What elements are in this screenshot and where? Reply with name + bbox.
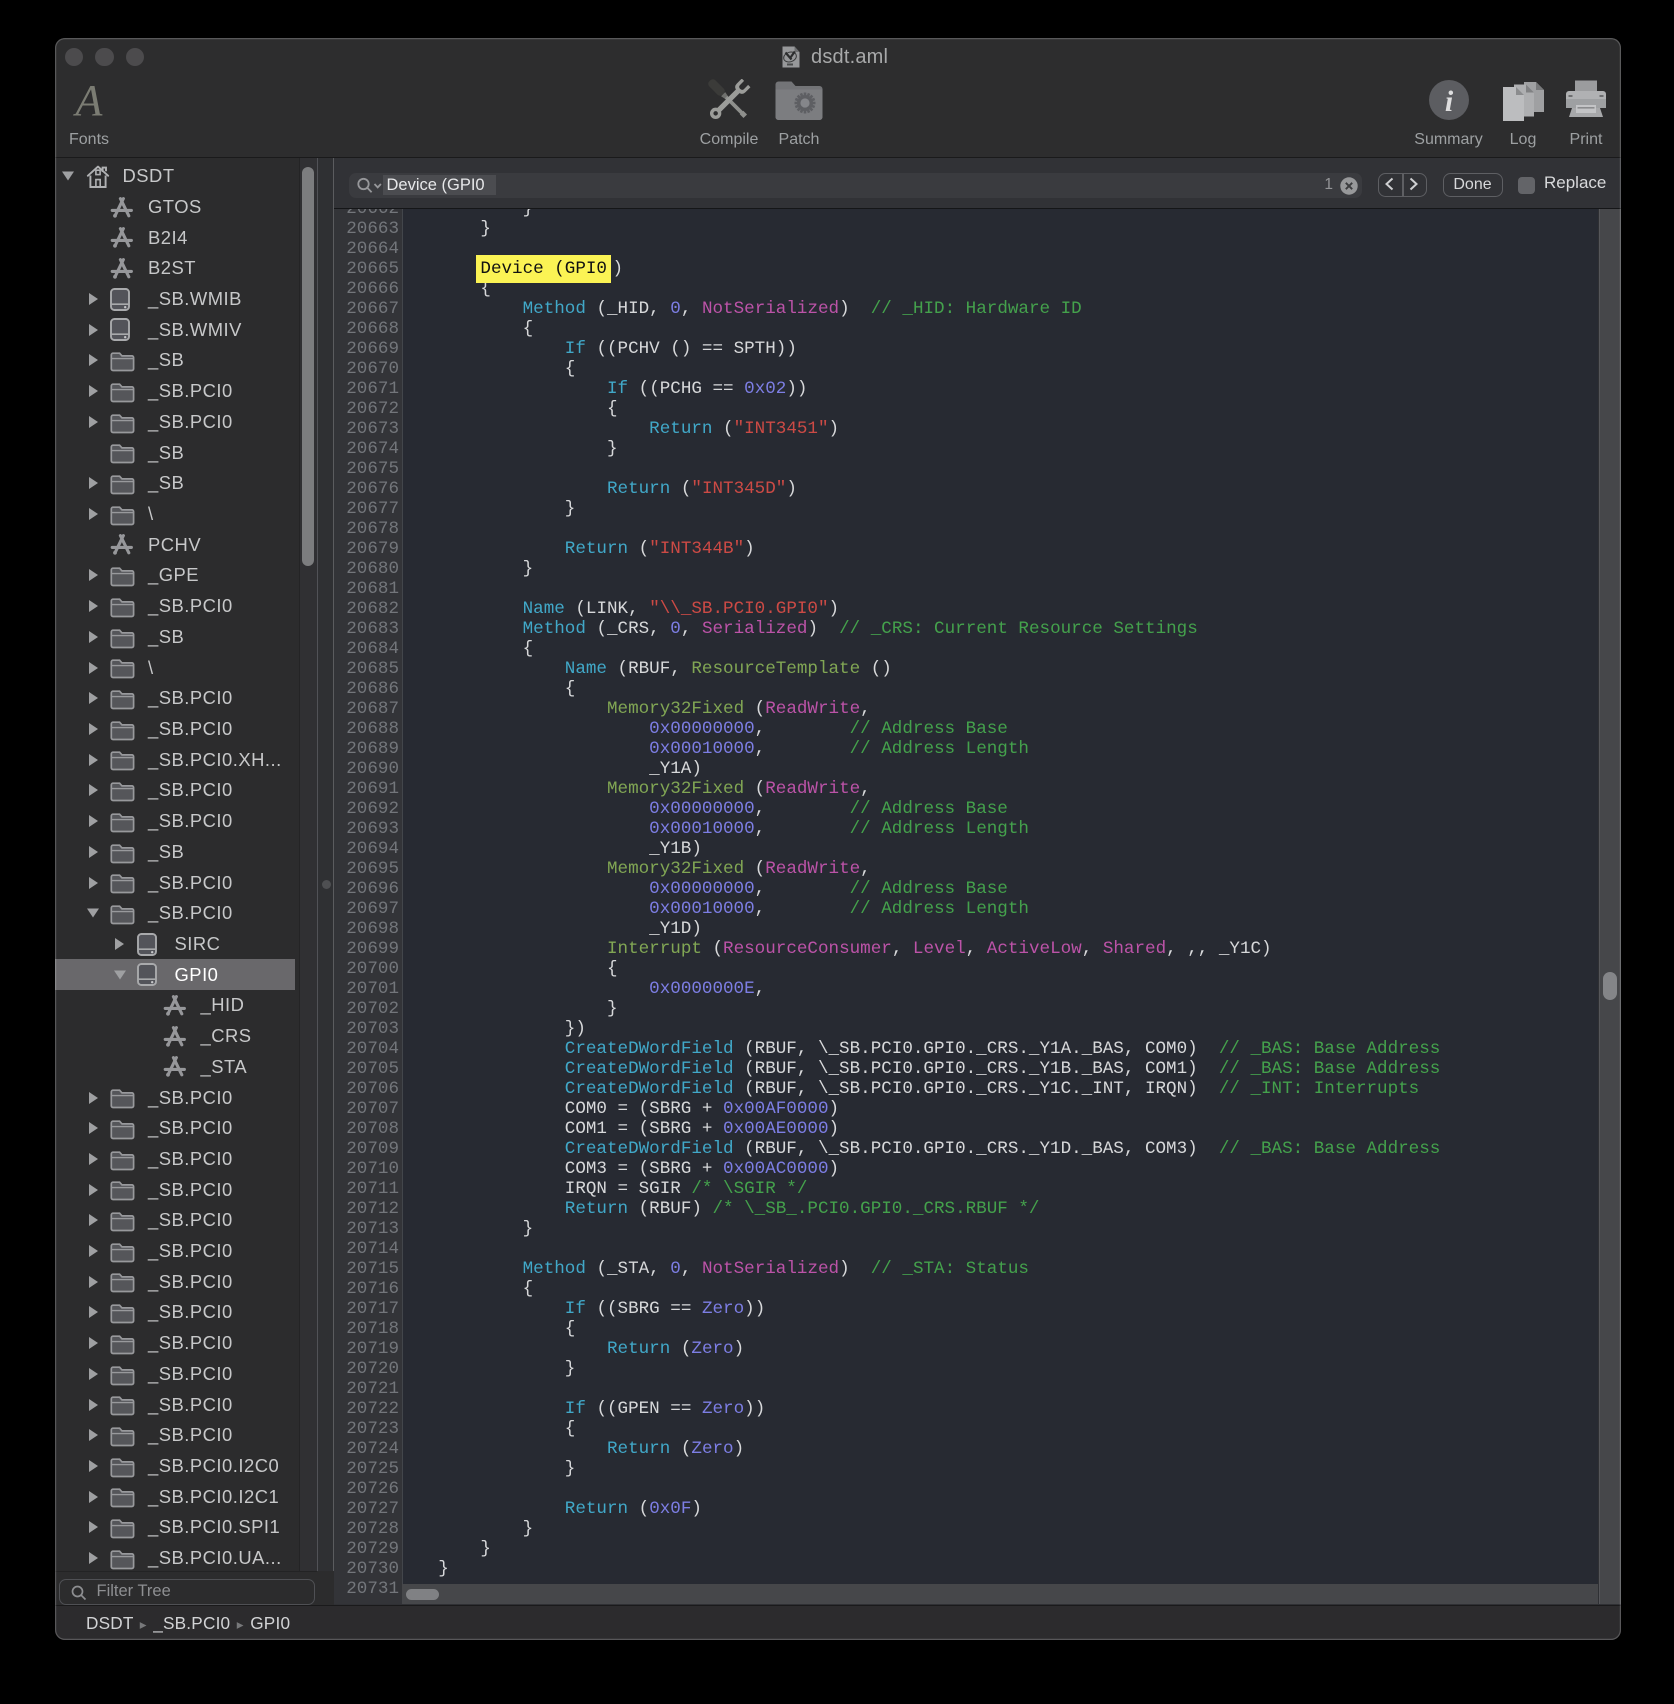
svg-text:A: A <box>73 79 104 123</box>
svg-text:i: i <box>1444 85 1453 118</box>
